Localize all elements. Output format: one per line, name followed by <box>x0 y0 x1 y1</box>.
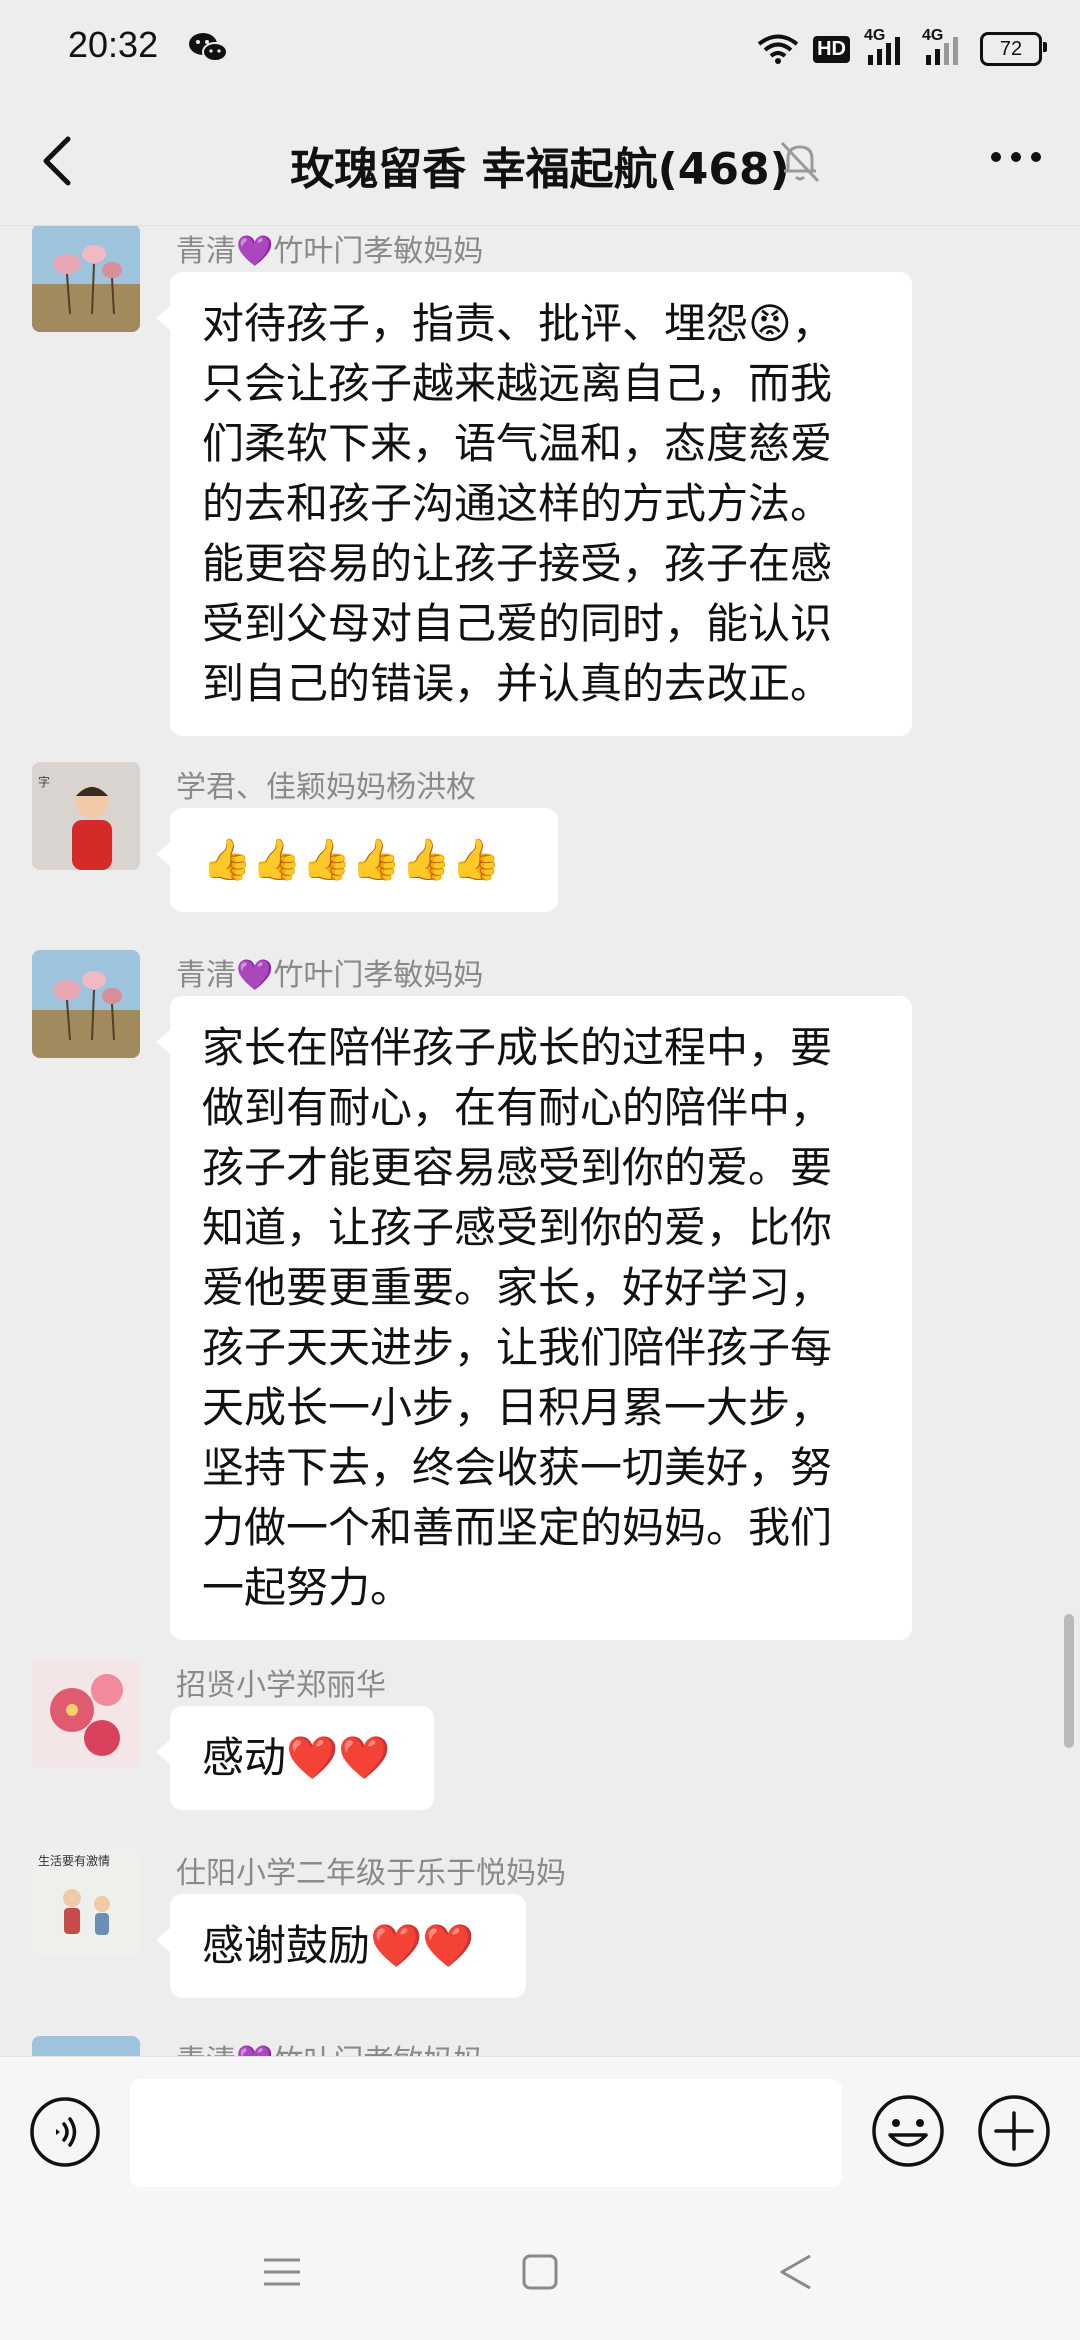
avatar[interactable] <box>32 226 140 332</box>
message-input[interactable] <box>130 2079 842 2187</box>
message-line: 能更容易的让孩子接受，孩子在感 <box>202 539 833 588</box>
chat-header: 玫瑰留香 幸福起航(468) <box>0 95 1080 226</box>
chat-message-list[interactable]: 青清💜竹叶门孝敏妈妈 对待孩子，指责、批评、埋怨😡， 只会让孩子越来越远离自己，… <box>0 226 1080 2056</box>
message-line: 坚持下去，终会收获一切美好，努 <box>202 1443 833 1492</box>
message-line: 天成长一小步，日积月累一大步， <box>202 1383 833 1432</box>
message-line: 孩子才能更容易感受到你的爱。要 <box>202 1143 833 1192</box>
status-bar: 20:32 HD 4G 4G 72 <box>0 0 1080 95</box>
message-bubble[interactable]: 感动❤️❤️ <box>156 1706 434 1810</box>
message-line: 的去和孩子沟通这样的方式方法。 <box>202 479 833 528</box>
message-bubble[interactable]: 对待孩子，指责、批评、埋怨😡， 只会让孩子越来越远离自己，而我 们柔软下来，语气… <box>156 272 912 736</box>
message-line: 力做一个和善而坚定的妈妈。我们 <box>202 1503 833 1552</box>
message-line: 知道，让孩子感受到你的爱，比你 <box>202 1203 833 1252</box>
message-line: 受到父母对自己爱的同时，能认识 <box>202 599 833 648</box>
sender-name: 青清💜竹叶门孝敏妈妈 <box>176 234 484 269</box>
smile-icon[interactable] <box>870 2093 946 2169</box>
message-line: 做到有耐心，在有耐心的陪伴中， <box>202 1083 833 1132</box>
message-line: 家长在陪伴孩子成长的过程中，要 <box>202 1023 833 1072</box>
system-nav-bar <box>0 2208 1080 2340</box>
plus-icon[interactable] <box>976 2093 1052 2169</box>
signal-icon <box>926 37 958 65</box>
back-triangle-icon[interactable] <box>776 2250 816 2294</box>
signal-icon <box>868 37 900 65</box>
avatar[interactable]: 字 <box>32 762 140 870</box>
scrollbar[interactable] <box>1064 1614 1074 1748</box>
battery-indicator: 72 <box>980 32 1047 66</box>
input-bar <box>0 2056 1080 2209</box>
menu-icon[interactable] <box>262 2252 302 2292</box>
avatar[interactable] <box>32 1660 140 1768</box>
message-line: 到自己的错误，并认真的去改正。 <box>202 659 833 708</box>
message-line: 爱他要更重要。家长，好好学习， <box>202 1263 833 1312</box>
sender-name: 学君、佳颖妈妈杨洪枚 <box>176 770 476 805</box>
status-time: 20:32 <box>68 24 159 65</box>
message-line: 们柔软下来，语气温和，态度慈爱 <box>202 419 833 468</box>
avatar-figures <box>63 1889 110 1935</box>
voice-icon[interactable] <box>28 2095 102 2169</box>
svg-text:字: 字 <box>38 774 50 789</box>
wifi-icon <box>757 34 799 64</box>
message-line: 对待孩子，指责、批评、埋怨😡， <box>202 299 834 348</box>
hd-badge: HD <box>813 35 850 63</box>
message-line: 孩子天天进步，让我们陪伴孩子每 <box>202 1323 833 1372</box>
bell-off-icon <box>780 141 820 183</box>
message-bubble[interactable]: 👍👍👍👍👍👍 <box>156 808 558 912</box>
avatar[interactable]: 生活要有激情 <box>32 1848 140 1956</box>
status-indicators: HD 4G 4G 72 <box>757 26 1047 72</box>
sender-name: 青清💜竹叶门孝敏妈妈 <box>176 958 484 993</box>
avatar[interactable] <box>32 950 140 1058</box>
message-line: 一起努力。 <box>202 1563 413 1612</box>
sender-name: 仕阳小学二年级于乐于悦妈妈 <box>176 1856 566 1891</box>
signal-4g-2: 4G <box>922 27 966 67</box>
signal-4g-1: 4G <box>864 27 908 67</box>
message-line: 只会让孩子越来越远离自己，而我 <box>202 359 833 408</box>
more-dots-icon[interactable] <box>986 137 1046 177</box>
home-square-icon[interactable] <box>520 2252 560 2292</box>
message-bubble[interactable]: 家长在陪伴孩子成长的过程中，要 做到有耐心，在有耐心的陪伴中， 孩子才能更容易感… <box>156 996 912 1640</box>
message-bubble[interactable]: 感谢鼓励❤️❤️ <box>156 1894 526 1998</box>
chat-title: 玫瑰留香 幸福起航(468) <box>290 144 790 195</box>
sender-name: 招贤小学郑丽华 <box>176 1668 386 1703</box>
sender-name: 青清💜竹叶门孝敏妈妈 <box>176 2036 483 2056</box>
avatar[interactable] <box>32 2036 140 2056</box>
wechat-icon <box>189 33 228 62</box>
